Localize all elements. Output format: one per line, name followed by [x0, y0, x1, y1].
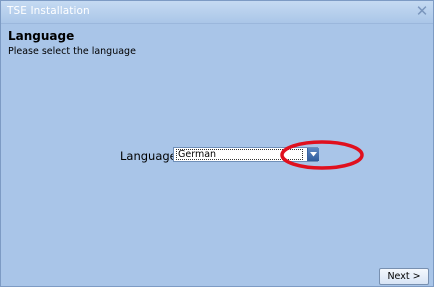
next-button[interactable]: Next >	[379, 268, 429, 285]
window-title: TSE Installation	[7, 5, 90, 17]
title-bar: TSE Installation ✕	[1, 1, 433, 24]
annotation-circle	[280, 140, 364, 170]
language-selected-value: German	[178, 149, 217, 160]
page-subtitle: Please select the language	[8, 46, 136, 57]
page-title: Language	[8, 29, 75, 43]
page-header: Language Please select the language	[1, 24, 433, 64]
close-icon: ✕	[415, 2, 429, 20]
close-button[interactable]: ✕	[413, 2, 431, 20]
language-label: Language:	[120, 149, 181, 163]
installer-window: TSE Installation ✕ Language Please selec…	[0, 0, 434, 287]
